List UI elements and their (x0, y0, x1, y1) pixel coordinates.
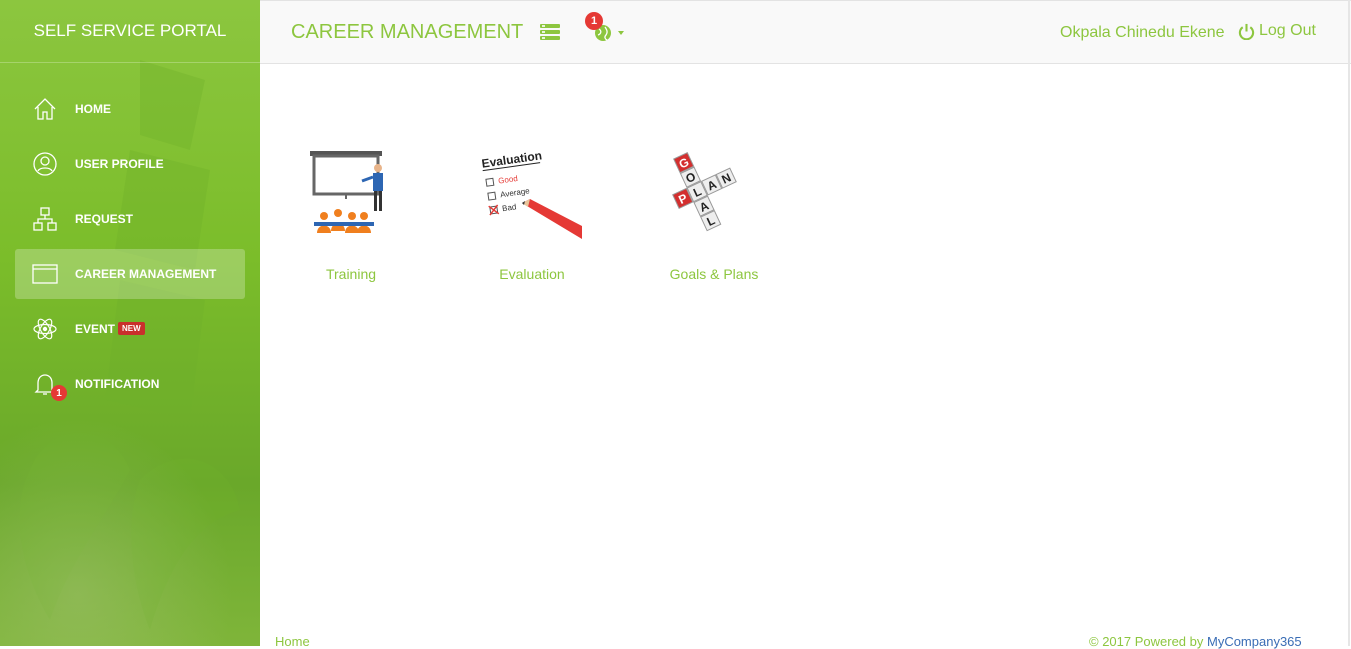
tile-goals-plans[interactable]: G O A L P L A N Goals & Plans (634, 136, 794, 282)
sidebar: SELF SERVICE PORTAL HOME USER PROFILE RE… (0, 0, 260, 646)
sidebar-item-user-profile[interactable]: USER PROFILE (15, 139, 245, 189)
sidebar-nav: HOME USER PROFILE REQUEST CAREER MANAGEM… (15, 84, 245, 414)
wheat-background (0, 386, 260, 646)
page-title: CAREER MANAGEMENT (291, 21, 524, 43)
logout-label: Log Out (1259, 22, 1316, 39)
footer-home-link[interactable]: Home (275, 634, 310, 649)
evaluation-checklist-image: Evaluation Good Average Bad (452, 136, 612, 246)
tile-label: Evaluation (499, 266, 565, 282)
sidebar-item-event[interactable]: EVENT NEW (15, 304, 245, 354)
top-header: CAREER MANAGEMENT 1 Okpala Chinedu Ekene… (260, 0, 1351, 64)
sidebar-item-request[interactable]: REQUEST (15, 194, 245, 244)
sidebar-item-label: USER PROFILE (75, 157, 164, 171)
footer-copyright-text: © 2017 Powered by (1089, 634, 1207, 649)
sitemap-icon (15, 194, 75, 244)
globe-count-badge: 1 (585, 12, 603, 30)
evaluation-image-option: Bad (502, 202, 517, 213)
sidebar-item-label: CAREER MANAGEMENT (75, 267, 217, 281)
training-presentation-image (271, 136, 431, 246)
footer-copyright: © 2017 Powered by MyCompany365 (1089, 634, 1302, 649)
evaluation-image-option: Average (500, 186, 531, 199)
new-badge: NEW (118, 321, 145, 335)
notification-count-badge: 1 (51, 385, 67, 401)
goal-plan-cubes-image: G O A L P L A N (634, 136, 794, 246)
sidebar-item-career-management[interactable]: CAREER MANAGEMENT (15, 249, 245, 299)
window-icon (15, 249, 75, 299)
evaluation-image-heading: Evaluation (482, 148, 543, 170)
sidebar-item-label: NOTIFICATION (75, 377, 160, 391)
atom-icon (15, 304, 75, 354)
footer-company-link[interactable]: MyCompany365 (1207, 634, 1302, 649)
tile-label: Goals & Plans (669, 266, 759, 282)
menu-toggle-icon[interactable] (539, 23, 561, 41)
page-right-border (1348, 0, 1350, 646)
sidebar-item-label: EVENT (75, 322, 116, 336)
tile-evaluation[interactable]: Evaluation Good Average Bad Evaluation (452, 136, 612, 282)
home-icon (15, 84, 75, 134)
bell-icon (15, 359, 75, 409)
logout-button[interactable]: Log Out (1238, 22, 1316, 40)
sidebar-item-label: REQUEST (75, 212, 134, 226)
power-icon (1238, 23, 1255, 40)
user-circle-icon (15, 139, 75, 189)
user-name-link[interactable]: Okpala Chinedu Ekene (1060, 24, 1225, 42)
tile-label: Training (325, 266, 377, 282)
tile-training[interactable]: Training (271, 136, 431, 282)
brand-title: SELF SERVICE PORTAL (0, 0, 260, 63)
sidebar-item-label: HOME (75, 102, 111, 116)
sidebar-item-home[interactable]: HOME (15, 84, 245, 134)
evaluation-image-option: Good (498, 174, 519, 186)
sidebar-item-notification[interactable]: 1 NOTIFICATION (15, 359, 245, 409)
